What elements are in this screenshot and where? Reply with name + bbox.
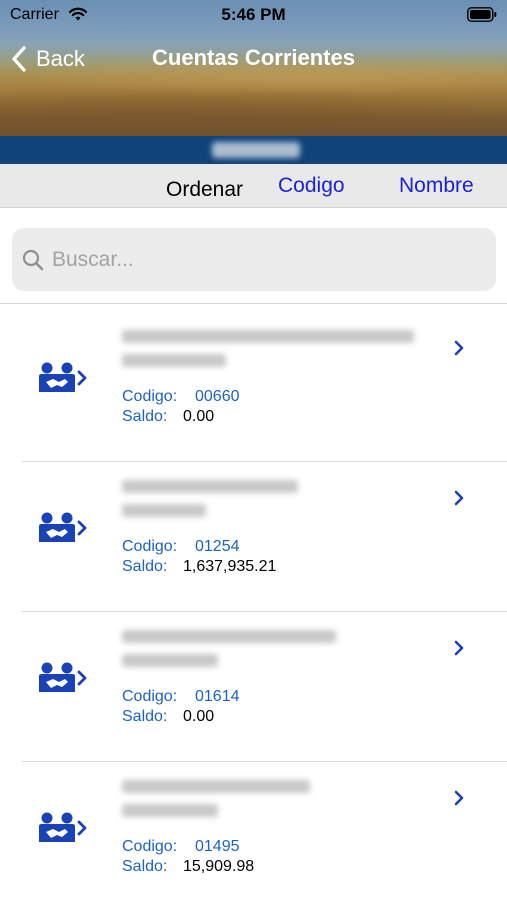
status-bar: Carrier 5:46 PM (0, 0, 507, 30)
account-code-row: Codigo: 01614 (122, 688, 240, 706)
balance-value: 0.00 (183, 408, 215, 425)
list-item-account[interactable]: Codigo: 01495 Saldo: 15,909.98 (0, 762, 507, 900)
sort-bar: Ordenar Codigo Nombre (0, 164, 507, 208)
redacted-account-name-line1 (122, 480, 298, 493)
balance-label: Saldo: (122, 858, 168, 875)
search-bar[interactable] (12, 228, 496, 291)
handshake-people-icon (39, 812, 87, 842)
code-label: Codigo: (122, 688, 178, 705)
chevron-right-icon (454, 340, 464, 356)
list-item-account[interactable]: Codigo: 00660 Saldo: 0.00 (0, 312, 507, 462)
navigation-bar: Back Cuentas Corrientes (0, 36, 507, 80)
balance-value: 15,909.98 (183, 858, 255, 875)
chevron-right-icon (454, 640, 464, 656)
account-balance-row: Saldo: 0.00 (122, 708, 214, 726)
code-value: 01254 (195, 538, 240, 555)
handshake-people-icon (39, 362, 87, 392)
redacted-account-name-line2 (122, 354, 226, 367)
search-section (0, 214, 507, 304)
code-value: 00660 (195, 388, 240, 405)
handshake-people-icon (39, 662, 87, 692)
account-balance-row: Saldo: 1,637,935.21 (122, 558, 276, 576)
list-item-account[interactable]: Codigo: 01614 Saldo: 0.00 (0, 612, 507, 762)
account-code-row: Codigo: 01254 (122, 538, 240, 556)
redacted-account-name-line1 (122, 780, 310, 793)
handshake-people-icon (39, 512, 87, 542)
accounts-list: Codigo: 00660 Saldo: 0.00 Codigo: 01254 … (0, 312, 507, 900)
balance-label: Saldo: (122, 408, 168, 425)
code-label: Codigo: (122, 388, 178, 405)
account-balance-row: Saldo: 0.00 (122, 408, 214, 426)
search-input[interactable] (52, 240, 482, 280)
redacted-account-name-line2 (122, 654, 218, 667)
redacted-account-name-line2 (122, 804, 218, 817)
sort-label: Ordenar (166, 178, 244, 201)
page-title: Cuentas Corrientes (152, 45, 355, 70)
code-value: 01614 (195, 688, 240, 705)
list-item-account[interactable]: Codigo: 01254 Saldo: 1,637,935.21 (0, 462, 507, 612)
redacted-account-name-line2 (122, 504, 206, 517)
balance-label: Saldo: (122, 708, 168, 725)
sort-by-code-button[interactable]: Codigo (278, 174, 345, 198)
code-label: Codigo: (122, 838, 178, 855)
battery-icon (467, 7, 497, 22)
balance-value: 0.00 (183, 708, 215, 725)
chevron-right-icon (454, 790, 464, 806)
chevron-right-icon (454, 490, 464, 506)
code-value: 01495 (195, 838, 240, 855)
redacted-account-name-line1 (122, 330, 414, 343)
balance-value: 1,637,935.21 (183, 558, 277, 575)
search-icon (22, 249, 44, 271)
company-band (0, 136, 507, 164)
redacted-company-name (212, 142, 300, 158)
account-balance-row: Saldo: 15,909.98 (122, 858, 254, 876)
code-label: Codigo: (122, 538, 178, 555)
clock: 5:46 PM (221, 5, 286, 24)
redacted-account-name-line1 (122, 630, 336, 643)
account-code-row: Codigo: 01495 (122, 838, 240, 856)
sort-by-name-button[interactable]: Nombre (399, 174, 474, 198)
balance-label: Saldo: (122, 558, 168, 575)
account-code-row: Codigo: 00660 (122, 388, 240, 406)
